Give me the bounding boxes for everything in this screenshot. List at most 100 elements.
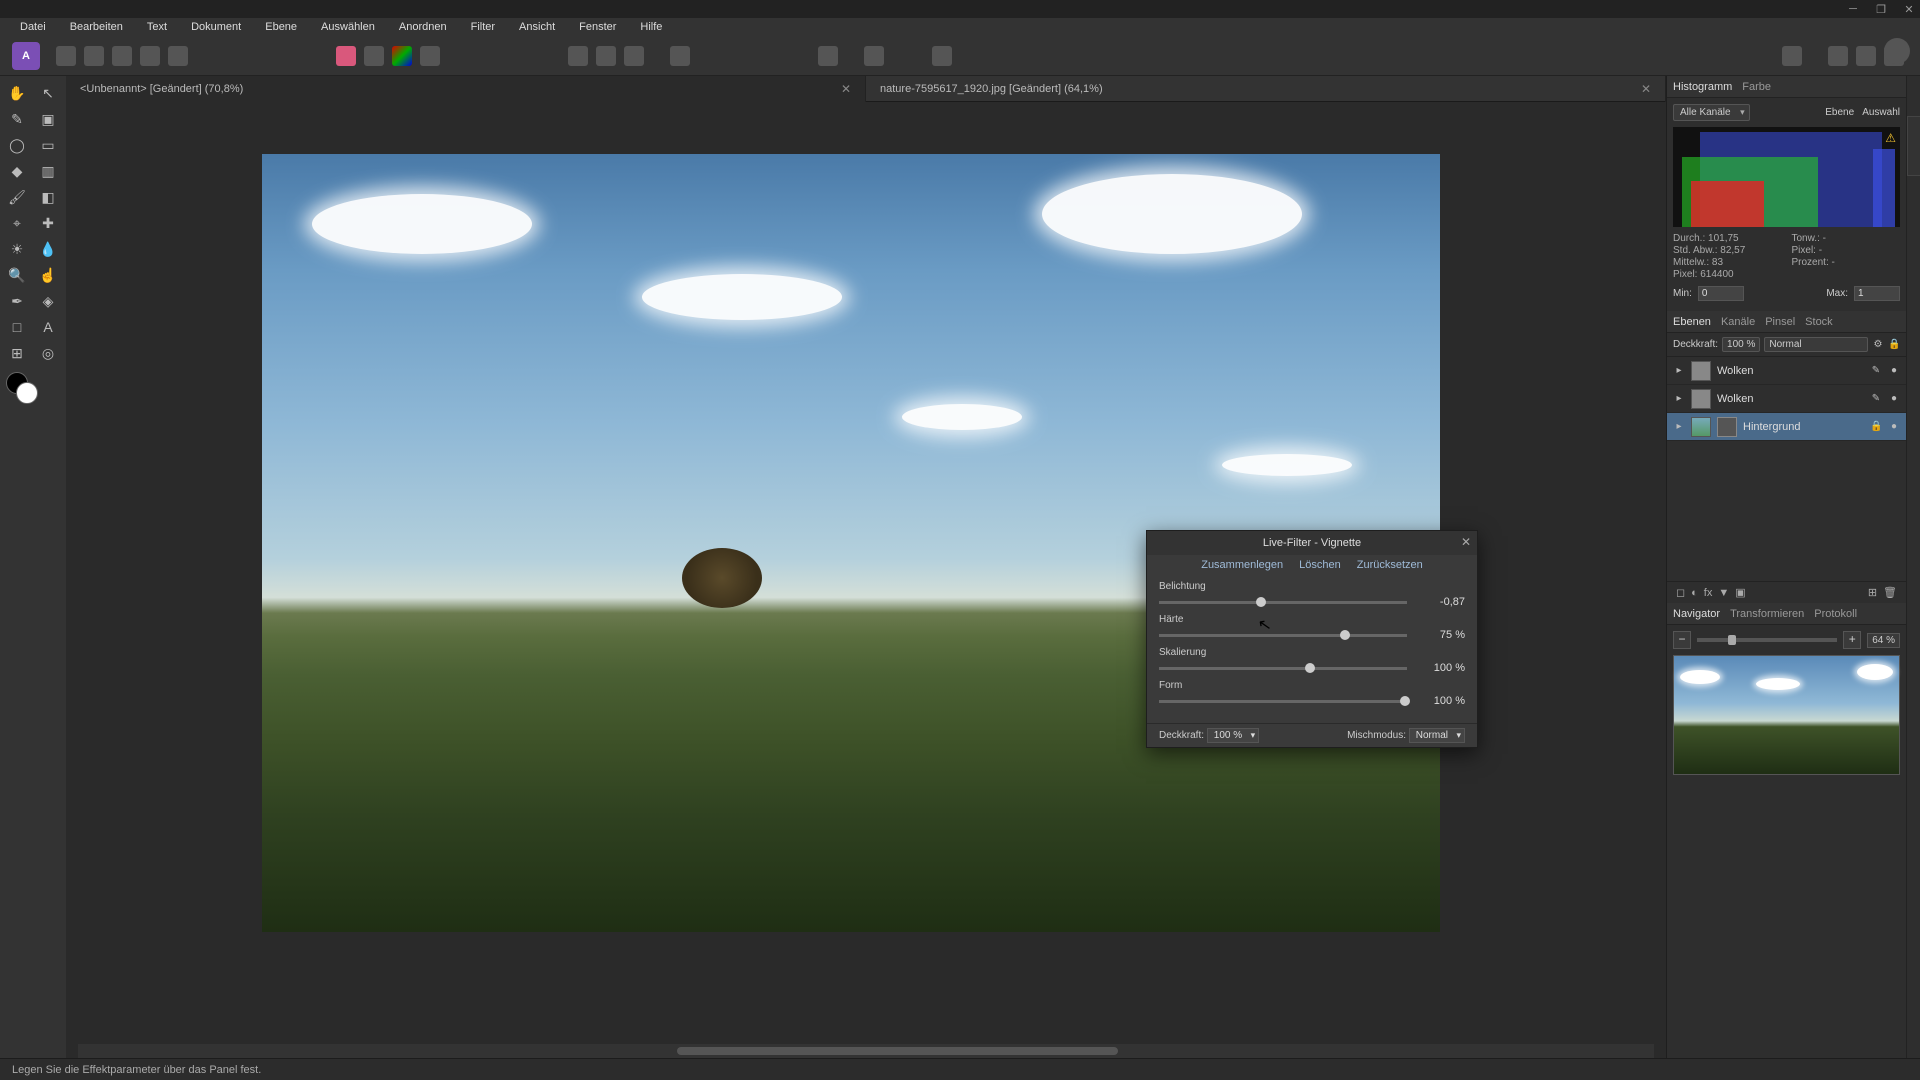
histogram-selection-toggle[interactable]: Auswahl (1862, 107, 1900, 118)
selection-new-icon[interactable] (568, 46, 588, 66)
layer-mask-btn[interactable]: ◻ (1673, 586, 1688, 599)
document-tab-2[interactable]: nature-7595617_1920.jpg [Geändert] (64,1… (866, 76, 1666, 102)
tab-histogram[interactable]: Histogramm (1673, 81, 1732, 93)
tab-color[interactable]: Farbe (1742, 81, 1771, 93)
layer-blend-dropdown[interactable]: Normal (1764, 337, 1868, 352)
layer-opacity-dropdown[interactable]: 100 % (1722, 337, 1760, 352)
menu-view[interactable]: Ansicht (507, 18, 567, 36)
slider-thumb[interactable] (1340, 630, 1350, 640)
slider-track[interactable] (1159, 634, 1407, 637)
color-format-icon[interactable] (392, 46, 412, 66)
menu-arrange[interactable]: Anordnen (387, 18, 459, 36)
target-tool-icon[interactable]: ◎ (35, 342, 61, 364)
gradient-tool-icon[interactable]: ▥ (35, 160, 61, 182)
window-minimize[interactable]: ─ (1846, 2, 1860, 16)
tab-history[interactable]: Protokoll (1814, 608, 1857, 620)
clone-tool-icon[interactable]: ⌖ (4, 212, 30, 234)
menu-window[interactable]: Fenster (567, 18, 628, 36)
menu-filter[interactable]: Filter (459, 18, 507, 36)
selection-sub-icon[interactable] (624, 46, 644, 66)
layer-adjust-btn[interactable]: ◐ (1688, 587, 1701, 599)
slider-value[interactable]: 100 % (1415, 695, 1465, 707)
tab-channels[interactable]: Kanäle (1721, 316, 1755, 328)
layer-edit-icon[interactable]: ✎ (1870, 393, 1882, 405)
softproof-icon[interactable] (364, 46, 384, 66)
dialog-blend-dropdown[interactable]: Normal (1409, 728, 1465, 743)
close-icon[interactable]: ✕ (1641, 82, 1651, 96)
color-picker-icon[interactable]: ✎ (4, 108, 30, 130)
histogram-min-input[interactable] (1698, 286, 1744, 301)
panel-collapse-button[interactable] (1907, 116, 1920, 176)
crop-tool-icon[interactable]: ▣ (35, 108, 61, 130)
menu-layer[interactable]: Ebene (253, 18, 309, 36)
layer-mask-thumbnail[interactable] (1717, 417, 1737, 437)
zoom-value[interactable]: 64 % (1867, 633, 1900, 648)
gamut-icon[interactable] (336, 46, 356, 66)
slider-thumb[interactable] (1256, 597, 1266, 607)
zoom-in-button[interactable]: + (1843, 631, 1861, 649)
zoom-slider[interactable] (1697, 638, 1837, 642)
persona-tonemap-icon[interactable] (140, 46, 160, 66)
marquee-tool-icon[interactable]: ▭ (35, 134, 61, 156)
smudge-tool-icon[interactable]: ☝ (35, 264, 61, 286)
layer-row[interactable]: ▸ Wolken ✎ ● (1667, 357, 1906, 385)
slider-track[interactable] (1159, 700, 1407, 703)
brush-tool-icon[interactable]: 🖌 (4, 186, 30, 208)
menu-edit[interactable]: Bearbeiten (58, 18, 135, 36)
layer-delete-btn[interactable]: 🗑 (1880, 586, 1900, 599)
tab-brushes[interactable]: Pinsel (1765, 316, 1795, 328)
layer-add-btn[interactable]: ⊞ (1865, 586, 1880, 599)
close-icon[interactable]: ✕ (841, 82, 851, 96)
dialog-action-reset[interactable]: Zurücksetzen (1357, 559, 1423, 571)
zoom-tool-icon[interactable]: 🔍 (4, 264, 30, 286)
selection-add-icon[interactable] (596, 46, 616, 66)
layer-expand-icon[interactable]: ▸ (1673, 421, 1685, 433)
healing-tool-icon[interactable]: ✚ (35, 212, 61, 234)
crop-ratio-icon[interactable] (818, 46, 838, 66)
slider-thumb[interactable] (1305, 663, 1315, 673)
layer-expand-icon[interactable]: ▸ (1673, 393, 1685, 405)
close-icon[interactable]: ✕ (1461, 535, 1471, 549)
quickmask-icon[interactable] (670, 46, 690, 66)
histogram-layer-toggle[interactable]: Ebene (1825, 107, 1854, 118)
layer-filter-btn[interactable]: ▼ (1715, 587, 1732, 599)
blur-tool-icon[interactable]: 💧 (35, 238, 61, 260)
layer-visible-icon[interactable]: ● (1888, 393, 1900, 405)
persona-photo-icon[interactable] (56, 46, 76, 66)
slider-track[interactable] (1159, 667, 1407, 670)
menu-help[interactable]: Hilfe (628, 18, 674, 36)
autolevel-icon[interactable] (864, 46, 884, 66)
window-maximize[interactable]: ❐ (1874, 2, 1888, 16)
slider-track[interactable] (1159, 601, 1407, 604)
layer-fx-icon[interactable]: ⚙ (1872, 339, 1884, 351)
document-tab-1[interactable]: <Unbenannt> [Geändert] (70,8%) ✕ (66, 76, 866, 102)
tab-transform[interactable]: Transformieren (1730, 608, 1804, 620)
tab-stock[interactable]: Stock (1805, 316, 1833, 328)
menu-select[interactable]: Auswählen (309, 18, 387, 36)
arrange-icon[interactable] (1782, 46, 1802, 66)
layer-expand-icon[interactable]: ▸ (1673, 365, 1685, 377)
dialog-action-merge[interactable]: Zusammenlegen (1201, 559, 1283, 571)
navigator-preview[interactable] (1673, 655, 1900, 775)
move-tool-icon[interactable]: ↖ (35, 82, 61, 104)
account-avatar[interactable] (1884, 38, 1910, 64)
hand-tool-icon[interactable]: ✋ (4, 82, 30, 104)
layer-lock-icon[interactable]: 🔒 (1870, 421, 1882, 433)
dodge-tool-icon[interactable]: ☀ (4, 238, 30, 260)
canvas-hscrollbar[interactable] (78, 1044, 1654, 1058)
histogram-max-input[interactable] (1854, 286, 1900, 301)
dialog-titlebar[interactable]: Live-Filter - Vignette ✕ (1147, 531, 1477, 555)
assistant2-icon[interactable] (1856, 46, 1876, 66)
slider-value[interactable]: 75 % (1415, 629, 1465, 641)
layer-edit-icon[interactable]: ✎ (1870, 365, 1882, 377)
scrollbar-thumb[interactable] (677, 1047, 1118, 1055)
layer-group-btn[interactable]: ▣ (1732, 586, 1748, 599)
color-swatch[interactable] (10, 376, 38, 404)
layer-visible-icon[interactable]: ● (1888, 421, 1900, 433)
layer-lock-icon[interactable]: 🔒 (1888, 339, 1900, 351)
layer-row[interactable]: ▸ Wolken ✎ ● (1667, 385, 1906, 413)
flood-tool-icon[interactable]: ◆ (4, 160, 30, 182)
pen-tool-icon[interactable]: ✒ (4, 290, 30, 312)
slider-value[interactable]: -0,87 (1415, 596, 1465, 608)
shape-tool-icon[interactable]: □ (4, 316, 30, 338)
